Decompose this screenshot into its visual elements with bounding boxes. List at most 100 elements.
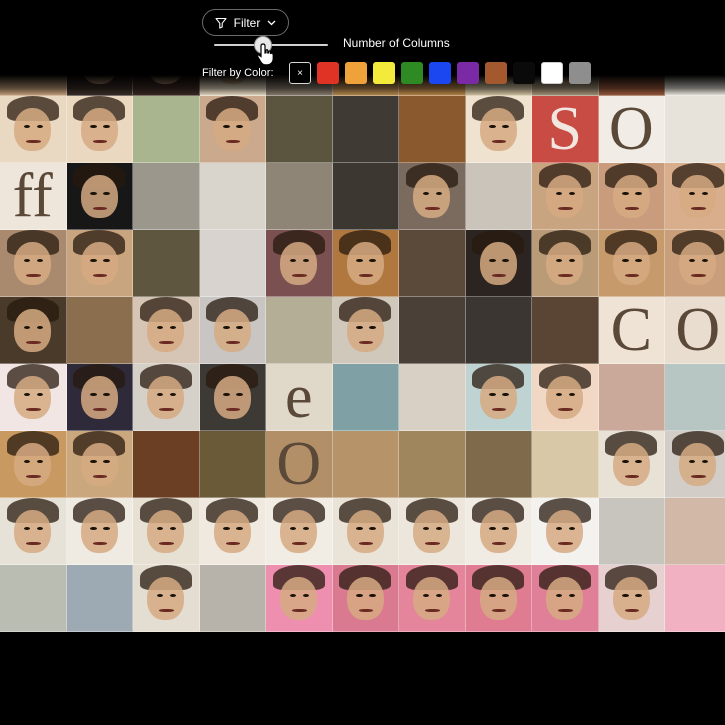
artwork-tile[interactable] xyxy=(465,163,532,230)
artwork-tile[interactable] xyxy=(133,96,200,163)
artwork-tile[interactable] xyxy=(665,96,725,163)
artwork-tile[interactable] xyxy=(665,230,725,297)
artwork-tile[interactable] xyxy=(465,498,532,565)
artwork-tile[interactable] xyxy=(0,96,67,163)
artwork-tile[interactable] xyxy=(532,163,599,230)
artwork-tile[interactable] xyxy=(0,297,67,364)
color-swatch-green[interactable] xyxy=(401,62,423,84)
artwork-tile[interactable] xyxy=(266,498,333,565)
artwork-tile[interactable] xyxy=(399,565,466,632)
artwork-tile[interactable] xyxy=(532,297,599,364)
artwork-tile[interactable] xyxy=(266,163,333,230)
artwork-tile[interactable] xyxy=(66,431,133,498)
artwork-tile[interactable] xyxy=(266,230,333,297)
artwork-tile[interactable] xyxy=(199,230,266,297)
artwork-tile[interactable]: O xyxy=(598,96,665,163)
artwork-tile[interactable] xyxy=(332,431,399,498)
artwork-tile[interactable] xyxy=(598,565,665,632)
artwork-tile[interactable] xyxy=(598,364,665,431)
artwork-tile[interactable] xyxy=(332,297,399,364)
artwork-tile[interactable] xyxy=(465,230,532,297)
artwork-tile[interactable] xyxy=(199,565,266,632)
artwork-tile[interactable] xyxy=(66,364,133,431)
color-swatch-red[interactable] xyxy=(317,62,339,84)
color-swatch-brown[interactable] xyxy=(485,62,507,84)
artwork-tile[interactable] xyxy=(598,431,665,498)
color-swatch-black[interactable] xyxy=(513,62,535,84)
artwork-tile[interactable]: O xyxy=(665,297,725,364)
artwork-tile[interactable] xyxy=(332,565,399,632)
artwork-tile[interactable] xyxy=(465,297,532,364)
artwork-tile[interactable] xyxy=(0,230,67,297)
artwork-tile[interactable] xyxy=(532,230,599,297)
artwork-tile[interactable] xyxy=(199,96,266,163)
color-swatch-orange[interactable] xyxy=(345,62,367,84)
artwork-tile[interactable] xyxy=(399,498,466,565)
artwork-tile[interactable] xyxy=(66,565,133,632)
artwork-tile[interactable] xyxy=(399,163,466,230)
artwork-tile[interactable] xyxy=(665,163,725,230)
artwork-tile[interactable] xyxy=(332,230,399,297)
filter-button[interactable]: Filter xyxy=(202,9,289,36)
artwork-tile[interactable]: S xyxy=(532,96,599,163)
artwork-tile[interactable] xyxy=(532,565,599,632)
artwork-tile[interactable] xyxy=(199,364,266,431)
color-swatch-white[interactable] xyxy=(541,62,563,84)
artwork-tile[interactable] xyxy=(199,297,266,364)
artwork-tile[interactable] xyxy=(598,498,665,565)
artwork-tile[interactable] xyxy=(133,498,200,565)
artwork-tile[interactable] xyxy=(332,163,399,230)
artwork-tile[interactable]: e xyxy=(266,364,333,431)
artwork-tile[interactable] xyxy=(399,364,466,431)
artwork-tile[interactable] xyxy=(665,431,725,498)
artwork-tile[interactable] xyxy=(133,163,200,230)
artwork-tile[interactable] xyxy=(332,364,399,431)
artwork-tile[interactable] xyxy=(199,498,266,565)
artwork-tile[interactable] xyxy=(133,297,200,364)
artwork-tile[interactable] xyxy=(0,498,67,565)
artwork-tile[interactable] xyxy=(399,431,466,498)
artwork-tile[interactable] xyxy=(266,565,333,632)
artwork-tile[interactable] xyxy=(0,364,67,431)
artwork-tile[interactable] xyxy=(133,565,200,632)
artwork-tile[interactable] xyxy=(465,364,532,431)
artwork-tile[interactable] xyxy=(266,297,333,364)
artwork-tile[interactable] xyxy=(465,96,532,163)
artwork-tile[interactable] xyxy=(66,230,133,297)
artwork-tile[interactable] xyxy=(133,230,200,297)
artwork-tile[interactable]: O xyxy=(266,431,333,498)
artwork-tile[interactable] xyxy=(133,364,200,431)
artwork-tile[interactable] xyxy=(332,96,399,163)
artwork-tile[interactable] xyxy=(133,431,200,498)
artwork-tile[interactable] xyxy=(665,498,725,565)
artwork-tile[interactable] xyxy=(598,230,665,297)
artwork-tile[interactable] xyxy=(0,431,67,498)
artwork-tile[interactable] xyxy=(332,498,399,565)
clear-color-filter-button[interactable]: × xyxy=(289,62,311,84)
artwork-tile[interactable] xyxy=(66,297,133,364)
artwork-tile[interactable] xyxy=(199,163,266,230)
artwork-tile[interactable] xyxy=(66,96,133,163)
artwork-tile[interactable] xyxy=(532,431,599,498)
artwork-tile[interactable] xyxy=(199,431,266,498)
artwork-tile[interactable] xyxy=(66,163,133,230)
artwork-tile[interactable] xyxy=(399,297,466,364)
artwork-tile[interactable] xyxy=(665,565,725,632)
artwork-tile[interactable] xyxy=(665,364,725,431)
artwork-tile[interactable]: ff xyxy=(0,163,67,230)
artwork-tile[interactable] xyxy=(532,364,599,431)
artwork-tile[interactable] xyxy=(465,565,532,632)
artwork-tile[interactable] xyxy=(465,431,532,498)
artwork-tile[interactable] xyxy=(0,565,67,632)
color-swatch-purple[interactable] xyxy=(457,62,479,84)
artwork-tile[interactable]: C xyxy=(598,297,665,364)
artwork-tile[interactable] xyxy=(598,163,665,230)
artwork-tile[interactable] xyxy=(399,96,466,163)
artwork-tile[interactable] xyxy=(266,96,333,163)
color-swatch-yellow[interactable] xyxy=(373,62,395,84)
artwork-tile[interactable] xyxy=(532,498,599,565)
artwork-tile[interactable] xyxy=(399,230,466,297)
color-swatch-gray[interactable] xyxy=(569,62,591,84)
artwork-tile[interactable] xyxy=(66,498,133,565)
color-swatch-blue[interactable] xyxy=(429,62,451,84)
